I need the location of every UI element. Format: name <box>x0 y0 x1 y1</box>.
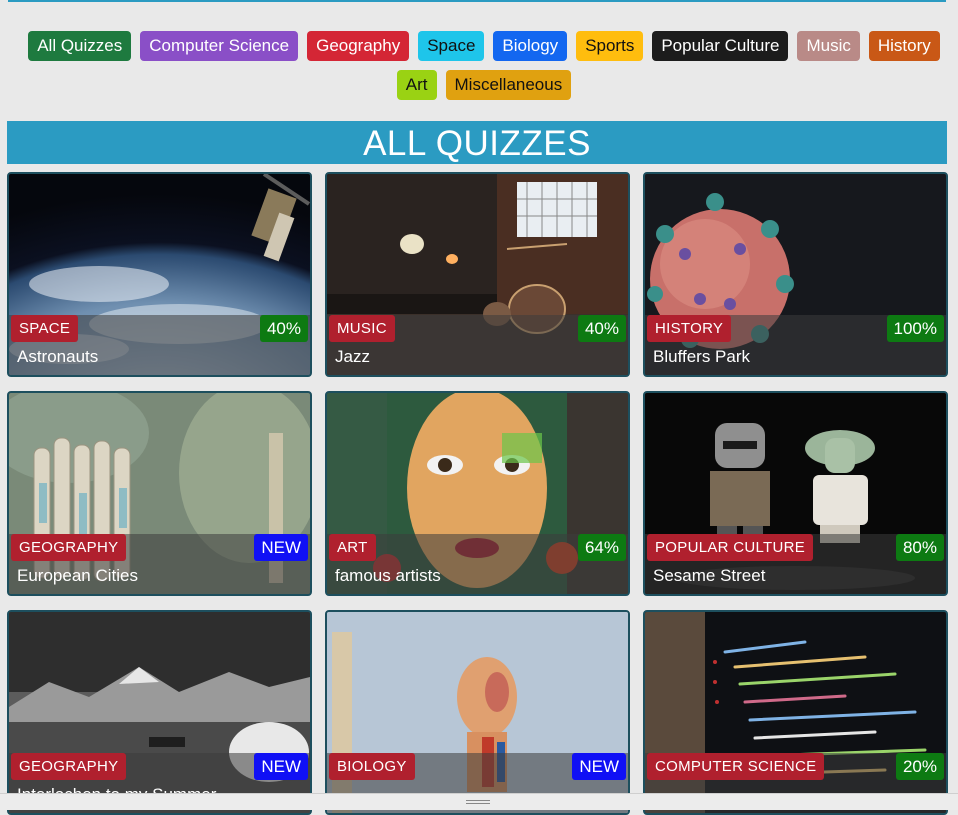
quiz-card[interactable]: SPACE 40% Astronauts <box>7 172 312 377</box>
quiz-card[interactable]: GEOGRAPHY NEW European Cities <box>7 391 312 596</box>
quiz-title: famous artists <box>335 566 441 585</box>
quiz-card[interactable]: POPULAR CULTURE 80% Sesame Street <box>643 391 948 596</box>
quiz-card[interactable]: COMPUTER SCIENCE 20% <box>643 610 948 815</box>
score-badge: 40% <box>577 315 626 342</box>
filter-row-1: All Quizzes Computer Science Geography S… <box>24 31 944 61</box>
score-badge: 100% <box>886 315 944 342</box>
quiz-card[interactable]: MUSIC 40% Jazz <box>325 172 630 377</box>
category-badge: ART <box>329 534 376 561</box>
quiz-title: European Cities <box>17 566 138 585</box>
quiz-card[interactable]: ART 64% famous artists <box>325 391 630 596</box>
filter-geography[interactable]: Geography <box>307 31 410 61</box>
filter-space[interactable]: Space <box>418 31 485 61</box>
filter-music[interactable]: Music <box>797 31 860 61</box>
score-badge: 80% <box>895 534 944 561</box>
category-badge: COMPUTER SCIENCE <box>647 753 825 780</box>
quiz-card[interactable]: HISTORY 100% Bluffers Park <box>643 172 948 377</box>
score-badge: 40% <box>259 315 308 342</box>
category-badge: BIOLOGY <box>329 753 415 780</box>
quiz-title: Sesame Street <box>653 566 766 585</box>
category-filter-bar: All Quizzes Computer Science Geography S… <box>24 31 944 109</box>
category-badge: POPULAR CULTURE <box>647 534 814 561</box>
filter-computer-science[interactable]: Computer Science <box>140 31 299 61</box>
filter-art[interactable]: Art <box>396 70 437 100</box>
category-badge: GEOGRAPHY <box>11 534 127 561</box>
quiz-title: Jazz <box>335 347 370 366</box>
quiz-card[interactable]: GEOGRAPHY NEW Interlochen to my Summer <box>7 610 312 815</box>
score-badge: 64% <box>577 534 626 561</box>
filter-popular-culture[interactable]: Popular Culture <box>652 31 789 61</box>
window-bottom-bar <box>0 793 958 810</box>
top-accent-line <box>8 0 946 2</box>
quiz-card[interactable]: BIOLOGY NEW <box>325 610 630 815</box>
quiz-title: Bluffers Park <box>653 347 751 366</box>
new-badge: NEW <box>254 534 308 561</box>
page-heading: ALL QUIZZES <box>7 121 947 164</box>
filter-biology[interactable]: Biology <box>493 31 568 61</box>
filter-sports[interactable]: Sports <box>576 31 644 61</box>
new-badge: NEW <box>254 753 308 780</box>
category-badge: GEOGRAPHY <box>11 753 127 780</box>
filter-row-2: Art Miscellaneous <box>24 70 944 100</box>
filter-history[interactable]: History <box>868 31 940 61</box>
category-badge: SPACE <box>11 315 79 342</box>
resize-grip-icon[interactable] <box>466 800 490 806</box>
score-badge: 20% <box>895 753 944 780</box>
filter-all-quizzes[interactable]: All Quizzes <box>28 31 132 61</box>
filter-miscellaneous[interactable]: Miscellaneous <box>445 70 572 100</box>
quiz-title: Astronauts <box>17 347 99 366</box>
new-badge: NEW <box>572 753 626 780</box>
category-badge: HISTORY <box>647 315 732 342</box>
category-badge: MUSIC <box>329 315 395 342</box>
